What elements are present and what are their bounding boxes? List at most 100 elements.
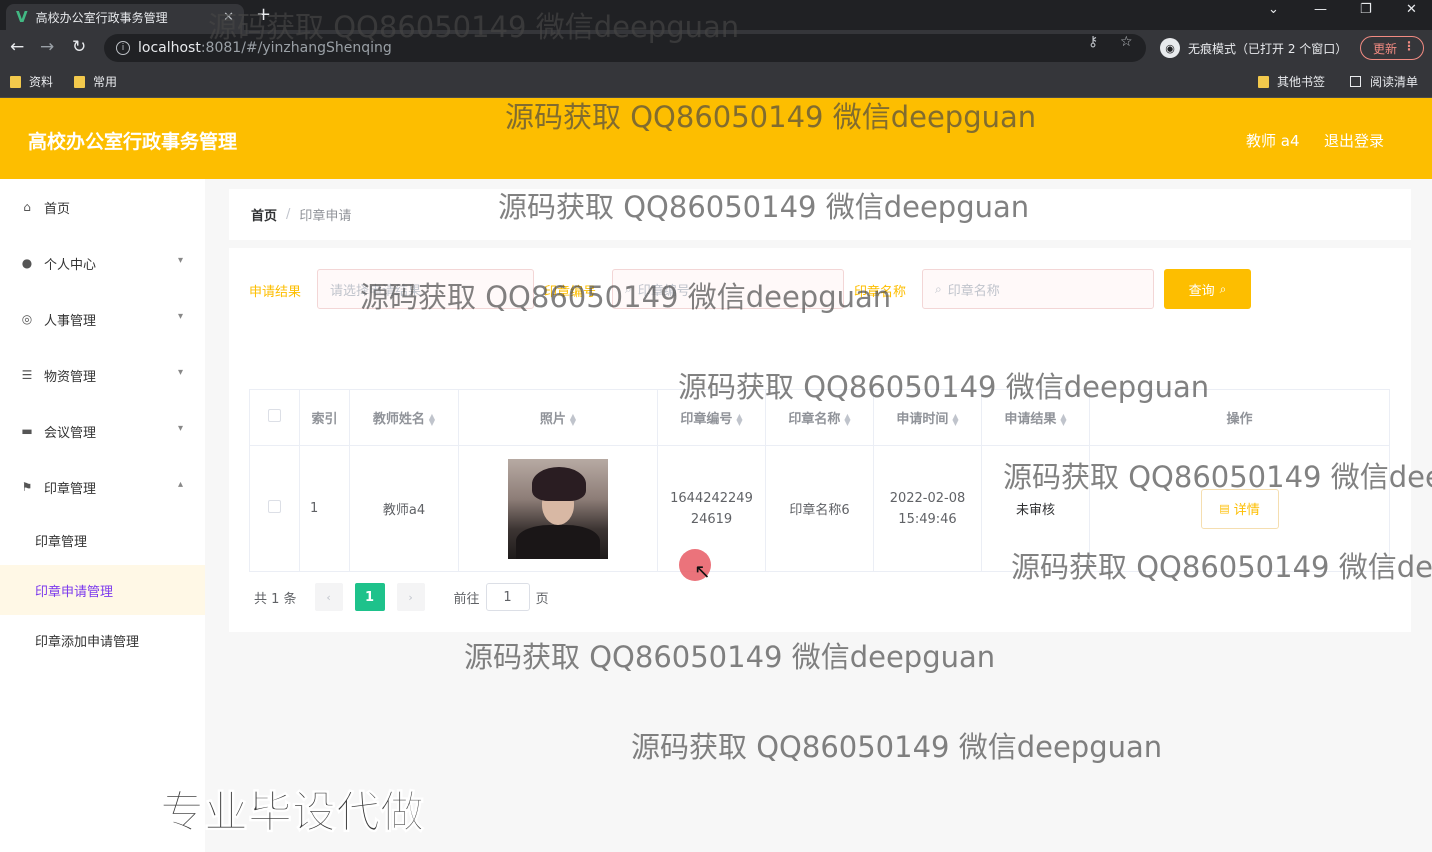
sidebar-item-seal[interactable]: ⚑ 印章管理 ▴ xyxy=(0,459,205,515)
sidebar-item-home[interactable]: ⌂ 首页 xyxy=(0,179,205,235)
select-all-cell xyxy=(249,389,300,446)
apply-time: 15:49:46 xyxy=(898,511,957,527)
incognito-indicator[interactable]: ◉ 无痕模式（已打开 2 个窗口） xyxy=(1154,34,1359,62)
url-host: localhost xyxy=(138,40,201,56)
sort-icon[interactable]: ▲ ▼ xyxy=(844,412,850,426)
cell-index: 1 xyxy=(299,445,350,572)
col-teacher-label: 教师姓名 xyxy=(372,412,425,427)
bookmark-folder[interactable]: 常用 xyxy=(74,73,117,90)
sidebar-sub-seal-add-apply[interactable]: 印章添加申请管理 xyxy=(0,615,205,665)
sidebar-sub-seal-manage[interactable]: 印章管理 xyxy=(0,515,205,565)
seal-name-placeholder: 印章名称 xyxy=(947,283,1000,299)
site-info-icon[interactable]: i xyxy=(116,41,130,55)
col-seal-name[interactable]: 印章名称 ▲ ▼ xyxy=(765,389,874,446)
pager-goto-label: 前往 xyxy=(453,591,480,607)
monitor-icon: ▬ xyxy=(21,424,33,438)
row-checkbox[interactable] xyxy=(268,500,281,513)
sidebar-item-label: 印章管理 xyxy=(44,481,97,497)
query-button[interactable]: 查询 ⌕ xyxy=(1164,269,1251,309)
col-action: 操作 xyxy=(1089,389,1390,446)
search-label-seal-no: 印章编号 xyxy=(544,285,597,300)
sort-icon[interactable]: ▲ ▼ xyxy=(1060,412,1066,426)
sidebar: ⌂ 首页 ● 个人中心 ▾ ◎ 人事管理 ▾ ☰ 物资管理 ▾ ▬ 会议管理 ▾… xyxy=(0,179,205,852)
key-icon[interactable]: ⚷ xyxy=(1088,34,1098,50)
page-jump-input[interactable]: 1 xyxy=(485,583,530,611)
sidebar-item-label: 物资管理 xyxy=(44,369,97,385)
result-select-placeholder: 请选择申请结果 xyxy=(330,283,422,299)
cell-photo xyxy=(458,445,658,572)
cell-apply-time: 2022-02-08 15:49:46 xyxy=(873,445,982,572)
tab-close-icon[interactable]: ✕ xyxy=(223,10,234,25)
update-button[interactable]: 更新 ⋮ xyxy=(1360,36,1424,60)
app-header: 高校办公室行政事务管理 教师 a4 退出登录 xyxy=(0,98,1432,179)
folder-icon xyxy=(74,75,85,88)
chevron-down-icon: ▾ xyxy=(177,367,183,378)
search-icon: ⌕ xyxy=(935,281,942,296)
sort-icon[interactable]: ▲ ▼ xyxy=(736,412,742,426)
result-select[interactable]: 请选择申请结果 xyxy=(317,269,534,309)
seal-application-table: 索引 教师姓名 ▲ ▼ 照片 ▲ ▼ 印章编号 ▲ ▼ 印章名称 ▲ ▼ 申请时间 ▲ ▼ 申请结果… xyxy=(249,389,1390,572)
sidebar-item-personal[interactable]: ● 个人中心 ▾ xyxy=(0,235,205,291)
user-icon: ● xyxy=(21,256,33,270)
seal-no-input[interactable]: ⌕ 印章编号 xyxy=(612,269,844,309)
home-icon: ⌂ xyxy=(23,200,31,214)
bookmark-folder[interactable]: 资料 xyxy=(10,73,53,90)
app-title: 高校办公室行政事务管理 xyxy=(28,131,238,153)
breadcrumb-home[interactable]: 首页 xyxy=(251,205,277,224)
url-input[interactable]: i localhost :8081/#/yinzhangShenqing xyxy=(104,34,1146,62)
reading-list[interactable]: 阅读清单 xyxy=(1350,73,1418,90)
bookmark-label: 其他书签 xyxy=(1277,75,1326,89)
next-page-icon[interactable]: › xyxy=(396,583,425,611)
col-photo[interactable]: 照片 ▲ ▼ xyxy=(458,389,658,446)
new-tab-icon[interactable]: + xyxy=(256,4,271,25)
sidebar-sub-seal-apply[interactable]: 印章申请管理 xyxy=(0,565,205,615)
minimize-icon[interactable]: — xyxy=(1314,2,1327,17)
other-bookmarks[interactable]: 其他书签 xyxy=(1258,73,1325,90)
breadcrumb-separator: / xyxy=(286,207,291,222)
reload-icon[interactable]: ↻ xyxy=(72,38,86,56)
col-seal-no[interactable]: 印章编号 ▲ ▼ xyxy=(657,389,766,446)
sidebar-item-supplies[interactable]: ☰ 物资管理 ▾ xyxy=(0,347,205,403)
cell-action: ▤ 详情 xyxy=(1089,445,1390,572)
incognito-label: 无痕模式（已打开 2 个窗口） xyxy=(1188,41,1348,56)
flag-icon: ⚑ xyxy=(21,480,33,494)
folder-icon xyxy=(10,75,21,88)
sidebar-item-label: 人事管理 xyxy=(44,313,97,329)
search-icon: ⌕ xyxy=(625,281,632,296)
bookmark-label: 阅读清单 xyxy=(1370,75,1419,89)
pagination: 共 1 条 ‹ 1 › 前往 1 页 xyxy=(254,583,549,611)
browser-tabbar: V 高校办公室行政事务管理 ✕ + ⌄ — ❐ ✕ xyxy=(0,0,1432,30)
col-apply-time[interactable]: 申请时间 ▲ ▼ xyxy=(873,389,982,446)
col-teacher[interactable]: 教师姓名 ▲ ▼ xyxy=(349,389,459,446)
chevron-down-icon: ▾ xyxy=(177,311,183,322)
logout-link[interactable]: 退出登录 xyxy=(1324,130,1384,151)
sidebar-item-hr[interactable]: ◎ 人事管理 ▾ xyxy=(0,291,205,347)
browser-tab[interactable]: V 高校办公室行政事务管理 ✕ xyxy=(6,4,244,30)
close-window-icon[interactable]: ✕ xyxy=(1406,2,1417,17)
chevron-up-icon: ▴ xyxy=(177,479,183,490)
folder-icon xyxy=(1258,75,1269,88)
search-icon: ⌕ xyxy=(1219,281,1227,296)
more-menu-icon[interactable]: ⋮ xyxy=(1403,39,1415,53)
sort-icon[interactable]: ▲ ▼ xyxy=(429,412,435,426)
seal-name-input[interactable]: ⌕ 印章名称 xyxy=(922,269,1154,309)
sort-icon[interactable]: ▲ ▼ xyxy=(952,412,958,426)
tab-search-icon[interactable]: ⌄ xyxy=(1268,2,1279,17)
bookmark-label: 资料 xyxy=(29,75,54,89)
forward-icon[interactable]: → xyxy=(40,38,54,56)
prev-page-icon[interactable]: ‹ xyxy=(314,583,343,611)
seal-no-placeholder: 印章编号 xyxy=(637,283,690,299)
cell-seal-no: 1644242249 24619 xyxy=(657,445,766,572)
cell-teacher: 教师a4 xyxy=(349,445,459,572)
back-icon[interactable]: ← xyxy=(10,38,24,56)
sidebar-item-meeting[interactable]: ▬ 会议管理 ▾ xyxy=(0,403,205,459)
col-result[interactable]: 申请结果 ▲ ▼ xyxy=(981,389,1090,446)
select-all-checkbox[interactable] xyxy=(268,409,281,422)
chevron-down-icon: ▾ xyxy=(177,423,183,434)
page-number[interactable]: 1 xyxy=(354,583,385,611)
bookmark-star-icon[interactable]: ☆ xyxy=(1120,34,1133,50)
seal-no-line: 24619 xyxy=(690,511,733,527)
detail-button[interactable]: ▤ 详情 xyxy=(1200,488,1279,529)
restore-icon[interactable]: ❐ xyxy=(1360,2,1372,17)
sort-icon[interactable]: ▲ ▼ xyxy=(570,412,576,426)
